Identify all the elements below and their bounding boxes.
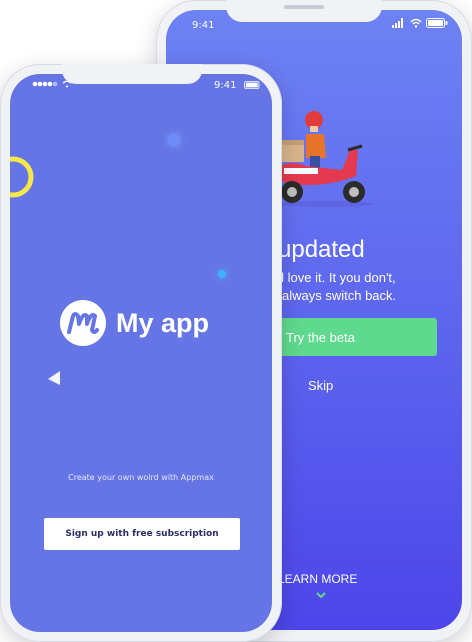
- try-beta-button[interactable]: Try the beta: [262, 318, 437, 356]
- battery-icon: [244, 81, 260, 89]
- status-icons: [392, 18, 448, 28]
- battery-icon: [426, 18, 448, 28]
- front-notch: [62, 64, 202, 84]
- app-logo: My app: [60, 300, 209, 346]
- page-title: updated: [278, 236, 365, 263]
- description-line-1: will love it. It you don't,: [266, 270, 396, 285]
- status-left: [32, 80, 72, 88]
- glow-dot-decoration-small: [218, 270, 226, 278]
- status-time: 9:41: [192, 20, 215, 31]
- app-name: My app: [116, 307, 210, 338]
- wifi-icon: [410, 18, 422, 28]
- glow-dot-decoration: [168, 134, 180, 146]
- tagline: Create your own wolrd with Appmax: [68, 473, 214, 482]
- welcome-screen: 9:41 My app Create your own wolrd with A…: [10, 74, 272, 632]
- back-notch: [226, 0, 382, 22]
- skip-link[interactable]: Skip: [308, 378, 333, 393]
- description-line-2: always switch back.: [282, 288, 397, 303]
- signal-icon: [392, 18, 403, 28]
- signal-icon: [32, 81, 58, 87]
- yellow-ring-decoration: [10, 156, 34, 198]
- chevron-down-icon[interactable]: [316, 590, 326, 600]
- app-logo-icon: [60, 300, 106, 346]
- scooter-illustration: [274, 111, 374, 207]
- learn-more-link[interactable]: LEARN MORE: [278, 572, 357, 586]
- status-time: 9:41: [214, 80, 237, 91]
- front-phone: 9:41 My app Create your own wolrd with A…: [0, 64, 282, 642]
- signup-button[interactable]: Sign up with free subscription: [44, 518, 240, 550]
- play-triangle-icon: [48, 371, 60, 385]
